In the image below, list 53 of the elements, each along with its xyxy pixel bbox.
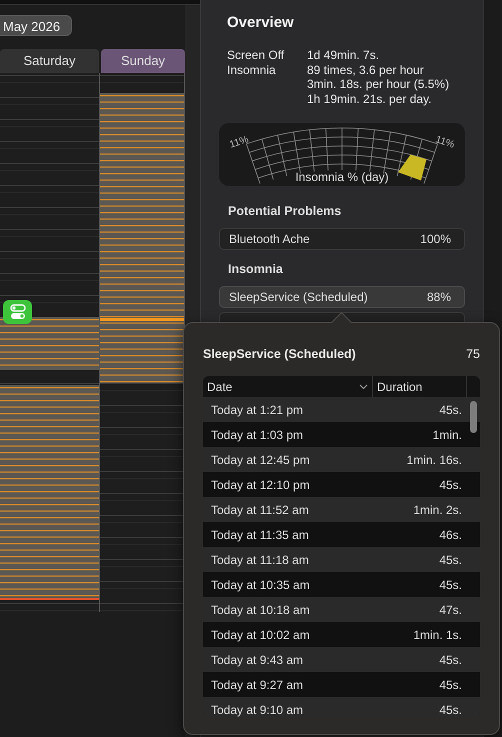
stat-label: Screen Off	[227, 48, 286, 63]
duration-cell: 46s.	[439, 528, 462, 542]
stat-value: 1h 19min. 21s. per day.	[307, 92, 433, 107]
row-name: SleepService (Scheduled)	[229, 290, 368, 304]
duration-cell: 45s.	[439, 578, 462, 592]
stat-value: 89 times, 3.6 per hour	[307, 62, 425, 78]
duration-cell: 1min.	[432, 428, 462, 442]
date-cell: Today at 1:21 pm	[211, 402, 304, 416]
month-button[interactable]: May 2026	[0, 15, 72, 36]
duration-cell: 1min. 2s.	[413, 502, 462, 516]
date-cell: Today at 9:43 am	[211, 652, 304, 666]
date-cell: Today at 9:10 am	[211, 702, 304, 716]
date-cell: Today at 12:10 pm	[211, 478, 310, 492]
date-cell: Today at 9:27 am	[211, 678, 304, 692]
list-row[interactable]: SleepService (Scheduled) 88%	[219, 286, 465, 308]
chevron-icon	[359, 384, 368, 390]
gauge-label: 11%	[434, 134, 456, 150]
duration-cell: 45s.	[439, 478, 462, 492]
gauge-wedge	[398, 154, 426, 180]
duration-cell: 47s.	[439, 602, 462, 616]
list-row[interactable]: Bluetooth Ache 100%	[219, 228, 465, 250]
date-cell: Today at 10:02 am	[211, 628, 310, 642]
section-title: Overview	[226, 13, 295, 33]
duration-cell: 45s.	[439, 552, 462, 566]
section-title: Potential Problems	[227, 202, 342, 220]
date-cell: Today at 11:52 am	[211, 502, 309, 516]
gauge-label: 11%	[228, 134, 250, 150]
stat-value: 3min. 18s. per hour (5.5%)	[307, 77, 450, 92]
duration-cell: 45s.	[439, 402, 462, 416]
date-cell: Today at 11:18 am	[211, 552, 309, 566]
toggle-icon[interactable]	[3, 300, 32, 324]
section-title: Insomnia	[227, 260, 284, 278]
date-cell: Today at 11:35 am	[211, 528, 309, 542]
duration-cell: 1min. 16s.	[406, 452, 462, 466]
date-cell: Today at 10:35 am	[211, 578, 310, 592]
gauge-caption: Insomnia % (day)	[295, 170, 389, 184]
count-label: 75	[466, 346, 480, 363]
duration-cell: 45s.	[439, 678, 462, 692]
date-cell: Today at 1:03 pm	[211, 428, 304, 442]
date-cell: Today at 12:45 pm	[211, 452, 310, 466]
popover-title: SleepService (Scheduled)	[203, 346, 356, 363]
stat-label: Insomnia	[227, 62, 277, 79]
scrollbar-thumb[interactable]	[470, 401, 477, 433]
date-cell: Today at 10:18 am	[211, 602, 310, 616]
duration-cell: 1min. 1s.	[413, 628, 462, 642]
day-tab[interactable]: Sunday	[101, 49, 185, 73]
duration-cell: 45s.	[439, 652, 462, 666]
row-value: 88%	[426, 290, 451, 304]
row-value: 100%	[420, 232, 451, 246]
day-tab[interactable]: Saturday	[0, 49, 99, 73]
row-name: Bluetooth Ache	[229, 232, 310, 246]
duration-cell: 45s.	[439, 702, 462, 716]
stat-value: 1d 49min. 7s.	[307, 48, 380, 63]
